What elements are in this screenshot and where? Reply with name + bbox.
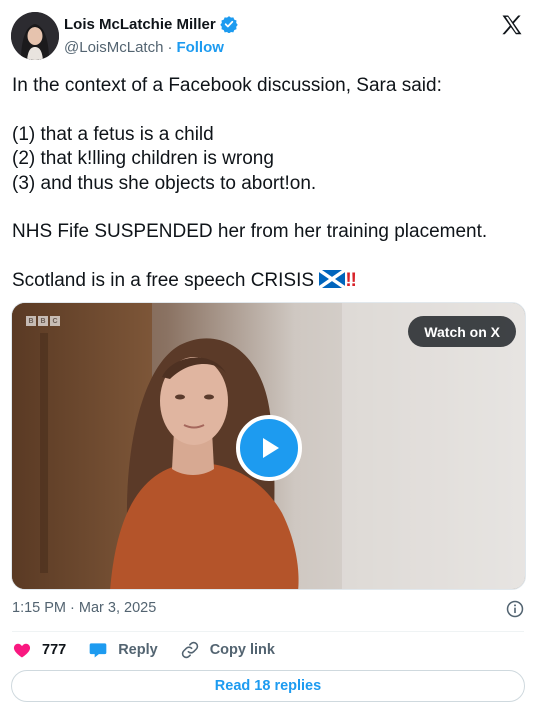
- tweet-point: (3) and thus she objects to abort!on.: [12, 172, 317, 194]
- x-logo-icon[interactable]: [500, 13, 524, 37]
- tweet-point: (1) that a fetus is a child: [12, 123, 214, 145]
- reply-label: Reply: [118, 642, 158, 658]
- play-button[interactable]: [236, 415, 302, 481]
- play-icon: [263, 438, 279, 458]
- read-replies-button[interactable]: Read 18 replies: [11, 670, 525, 702]
- follow-button[interactable]: Follow: [176, 39, 224, 56]
- avatar[interactable]: [11, 12, 59, 60]
- copy-link-button[interactable]: Copy link: [180, 640, 275, 660]
- info-icon[interactable]: [506, 600, 524, 618]
- author-name-row[interactable]: Lois McLatchie Miller: [64, 15, 238, 34]
- tweet-point: (2) that k!lling children is wrong: [12, 148, 274, 169]
- tweet-line: In the context of a Facebook discussion,…: [12, 75, 442, 96]
- handle-separator: ·: [167, 39, 173, 56]
- tweet-actions: 777 Reply Copy link: [12, 640, 297, 660]
- reply-button[interactable]: Reply: [88, 640, 158, 660]
- scotland-flag-icon: [318, 268, 347, 289]
- watermark-letter: B: [26, 316, 36, 326]
- watermark-letter: B: [38, 316, 48, 326]
- author-display-name[interactable]: Lois McLatchie Miller: [64, 16, 216, 33]
- author-handle-row: @LoisMcLatch · Follow: [64, 39, 224, 56]
- tweet-text: In the context of a Facebook discussion,…: [12, 74, 522, 293]
- like-button[interactable]: 777: [12, 640, 66, 660]
- bbc-watermark: B B C: [26, 316, 60, 326]
- watermark-letter: C: [50, 316, 60, 326]
- like-count: 777: [42, 642, 67, 658]
- double-exclamation-emoji: ‼: [345, 269, 357, 291]
- author-handle[interactable]: @LoisMcLatch: [64, 39, 163, 56]
- tweet-card: Lois McLatchie Miller @LoisMcLatch · Fol…: [0, 0, 536, 715]
- reply-bubble-icon: [89, 643, 107, 658]
- heart-icon: [13, 643, 31, 658]
- verified-badge-icon: [220, 15, 238, 34]
- tweet-timestamp[interactable]: 1:15 PM · Mar 3, 2025: [12, 600, 156, 616]
- tweet-line: NHS Fife SUSPENDED her from her training…: [12, 221, 488, 242]
- video-media[interactable]: B B C Watch on X: [11, 302, 526, 590]
- copy-link-label: Copy link: [209, 642, 275, 658]
- tweet-line-text: Scotland is in a free speech CRISIS: [12, 269, 315, 291]
- watch-on-x-button[interactable]: Watch on X: [408, 316, 516, 347]
- tweet-line-with-emoji: Scotland is in a free speech CRISIS ‼: [12, 268, 522, 294]
- divider: [12, 631, 524, 632]
- link-icon: [181, 641, 198, 659]
